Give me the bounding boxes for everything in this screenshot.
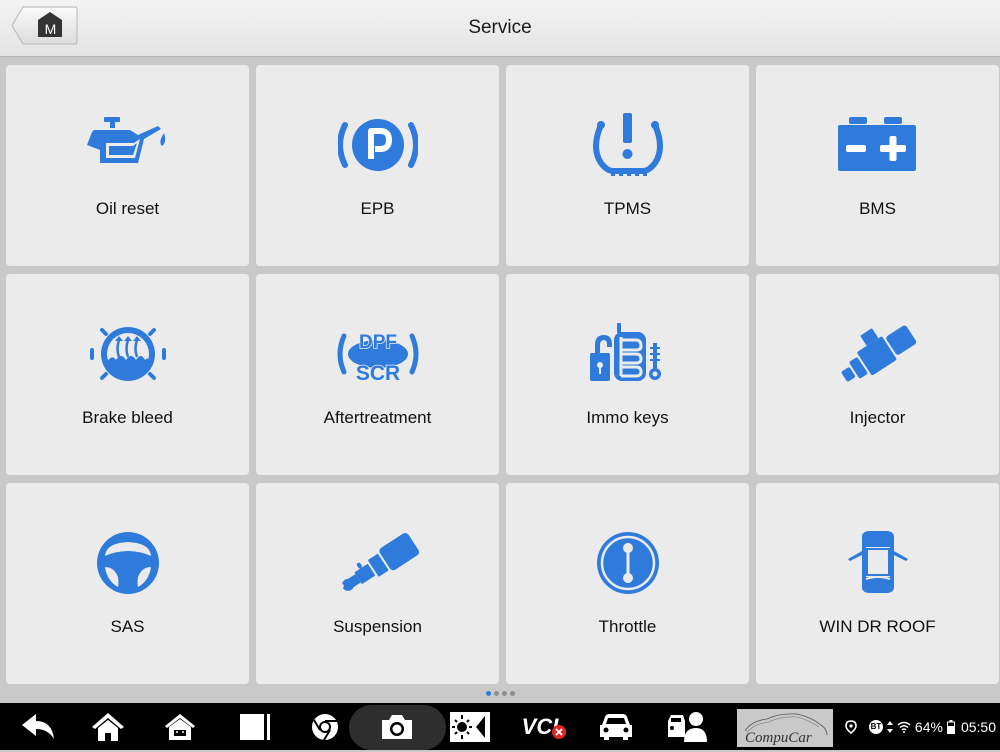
page-dot[interactable] bbox=[493, 691, 499, 696]
parking-brake-icon bbox=[337, 119, 418, 171]
vci-button[interactable]: VCI bbox=[515, 703, 566, 750]
tile-label: Brake bleed bbox=[82, 408, 173, 427]
tile-label: Aftertreatment bbox=[323, 408, 432, 427]
logo-text: CompuCar bbox=[745, 730, 812, 746]
bluetooth-badge: BT bbox=[868, 719, 883, 734]
tile-label: Throttle bbox=[598, 617, 657, 636]
android-home-icon bbox=[165, 713, 195, 740]
car-doors-icon bbox=[847, 531, 908, 593]
car-icon bbox=[600, 713, 632, 740]
tile-win-dr-roof[interactable]: WIN DR ROOF bbox=[756, 483, 999, 684]
tile-tpms[interactable]: TPMS bbox=[506, 65, 749, 266]
chrome-button[interactable] bbox=[305, 703, 345, 750]
recent-apps-icon bbox=[240, 713, 270, 740]
wifi-icon bbox=[897, 721, 911, 733]
home-nav-button[interactable] bbox=[88, 703, 128, 750]
svg-text:SCR: SCR bbox=[355, 362, 399, 384]
vci-disconnected-icon bbox=[552, 725, 566, 739]
dpf-scr-icon: DPF SCR bbox=[337, 331, 418, 384]
tile-aftertreatment[interactable]: DPF SCR Aftertreatment bbox=[256, 274, 499, 475]
svg-text:DPF: DPF bbox=[359, 332, 397, 353]
data-transfer-icon bbox=[886, 720, 893, 733]
tile-immo-keys[interactable]: Immo keys bbox=[506, 274, 749, 475]
tile-label: Immo keys bbox=[586, 408, 669, 427]
tile-sas[interactable]: SAS bbox=[6, 483, 249, 684]
tile-suspension[interactable]: Suspension bbox=[256, 483, 499, 684]
clock: 05:50 bbox=[960, 718, 996, 735]
status-bar: BT 64% 05:50 bbox=[845, 703, 996, 750]
steering-wheel-icon bbox=[96, 532, 159, 594]
tile-injector[interactable]: Injector bbox=[756, 274, 999, 475]
remote-expert-icon bbox=[668, 711, 707, 742]
tile-label: TPMS bbox=[603, 199, 652, 218]
location-icon bbox=[845, 719, 857, 734]
tile-bms[interactable]: BMS bbox=[756, 65, 999, 266]
battery-percent: 64% bbox=[914, 718, 943, 735]
page-indicator bbox=[0, 691, 1000, 696]
home-icon bbox=[92, 712, 124, 741]
tile-label: WIN DR ROOF bbox=[819, 617, 936, 636]
suspension-icon bbox=[338, 532, 419, 591]
brightness-volume-button[interactable] bbox=[448, 703, 492, 750]
tile-label: Suspension bbox=[333, 617, 422, 636]
brightness-volume-icon bbox=[450, 711, 490, 742]
page-dot[interactable] bbox=[509, 691, 515, 696]
android-home-button[interactable] bbox=[160, 703, 200, 750]
tile-label: BMS bbox=[859, 199, 896, 218]
remote-expert-button[interactable] bbox=[665, 703, 709, 750]
tile-label: Oil reset bbox=[95, 199, 160, 218]
page-dot[interactable] bbox=[501, 691, 507, 696]
tile-brake-bleed[interactable]: Brake bleed bbox=[6, 274, 249, 475]
back-icon bbox=[22, 713, 54, 739]
immobilizer-key-icon bbox=[589, 323, 661, 381]
system-navbar: VCI CompuCar BT 64% 05:50 bbox=[0, 703, 1000, 750]
brake-fluid-icon bbox=[89, 327, 166, 381]
throttle-icon bbox=[596, 532, 659, 594]
compucar-logo: CompuCar bbox=[737, 709, 833, 747]
vehicle-button[interactable] bbox=[596, 703, 636, 750]
battery-icon bbox=[837, 117, 916, 171]
header-bar: M Service bbox=[0, 0, 1000, 57]
camera-icon bbox=[382, 714, 412, 739]
tile-oil-reset[interactable]: Oil reset bbox=[6, 65, 249, 266]
chrome-icon bbox=[312, 713, 338, 741]
tile-epb[interactable]: EPB bbox=[256, 65, 499, 266]
tile-label: SAS bbox=[110, 617, 145, 636]
tile-label: Injector bbox=[849, 408, 906, 427]
tire-pressure-icon bbox=[592, 113, 663, 176]
tile-throttle[interactable]: Throttle bbox=[506, 483, 749, 684]
screenshot-button[interactable] bbox=[377, 703, 417, 750]
battery-status-icon bbox=[946, 719, 955, 734]
back-button[interactable] bbox=[18, 703, 58, 750]
page-dot[interactable] bbox=[485, 691, 491, 696]
tile-label: EPB bbox=[360, 199, 395, 218]
injector-icon bbox=[841, 325, 916, 382]
page-title: Service bbox=[468, 17, 532, 38]
recent-apps-button[interactable] bbox=[235, 703, 275, 750]
oil-can-icon bbox=[86, 117, 165, 163]
